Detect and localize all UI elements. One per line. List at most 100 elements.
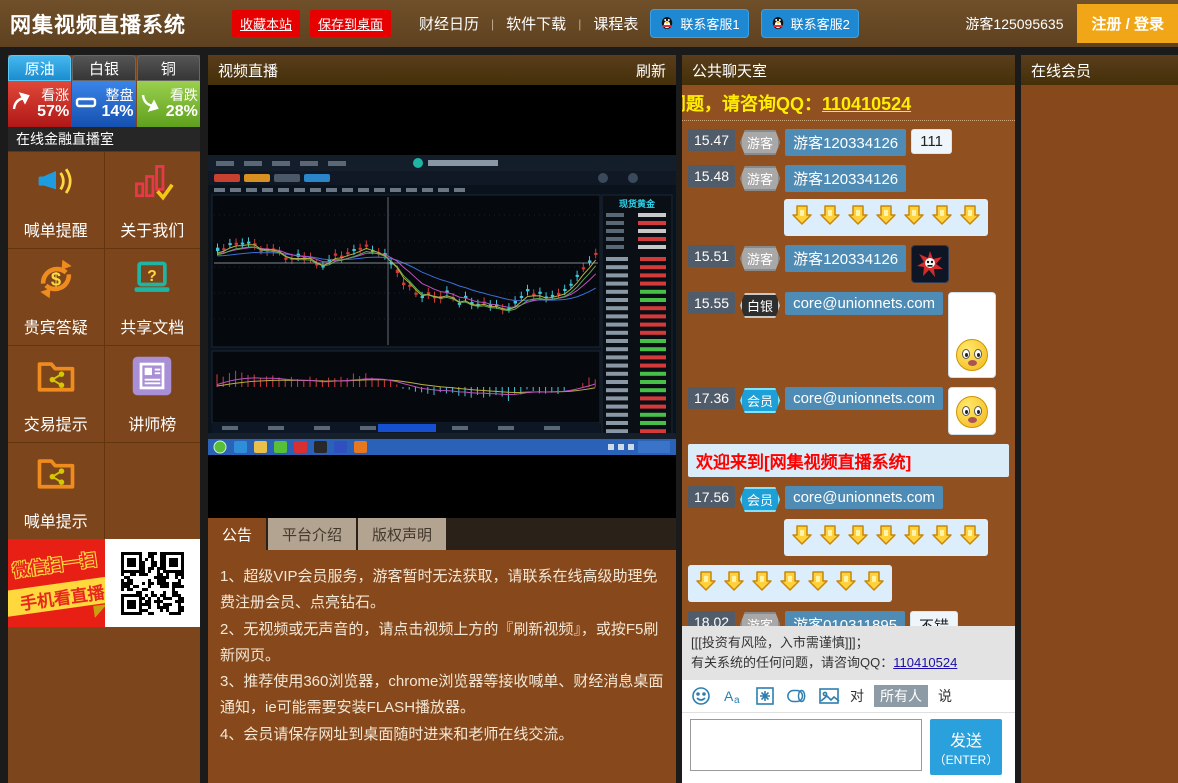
svg-text:a: a [734,695,740,706]
nav-separator: | [491,17,494,31]
chat-message-list[interactable]: 15.47游客游客12033412611115.48游客游客1203341261… [682,121,1015,626]
down-arrow-emoticon [790,523,814,552]
room-title: 在线金融直播室 [8,127,200,151]
menu-item-6[interactable]: 讲师榜 [105,346,201,442]
send-button[interactable]: 发送 （ENTER） [930,719,1002,775]
message-sender[interactable]: 游客120334126 [785,245,906,272]
disclaimer-qq-link[interactable]: 110410524 [893,655,957,670]
arrow-down-icon [139,90,163,119]
message-sender[interactable]: 游客120334126 [785,165,906,192]
announcement-tab-0[interactable]: 公告 [208,518,266,550]
message-text: 不错 [910,611,958,626]
sentiment-label: 看涨 [41,88,69,103]
down-arrow-emoticon [722,569,746,598]
down-arrow-emoticon [846,203,870,232]
left-filler [8,627,200,783]
nav-link-2[interactable]: 课程表 [593,13,638,34]
announcement-tab-2[interactable]: 版权声明 [358,518,446,550]
horn-icon[interactable] [786,685,808,707]
audience-selector[interactable]: 所有人 [874,685,928,707]
svg-text:?: ? [147,267,157,284]
message-sender[interactable]: core@unionnets.com [785,387,943,410]
menu-item-label: 交易提示 [24,411,88,435]
arrow-emoticons-bubble [784,199,988,236]
svg-text:$: $ [51,268,61,289]
chat-message-row: 15.48游客游客120334126 [688,165,1009,236]
metal-tab-0[interactable]: 原油 [8,55,71,81]
chat-message-row [688,565,1009,602]
video-player[interactable]: 现货黄金 [208,85,676,518]
svg-text:A: A [724,688,734,704]
sentiment-arrow-down[interactable]: 看跌28% [137,81,200,127]
to-label: 对 [850,686,864,706]
chat-panel: 公共聊天室 问题，请咨询QQ：110410524 15.47游客游客120334… [682,55,1015,783]
chat-message-row: 17.36会员core@unionnets.com [688,387,1009,435]
sentiment-flat[interactable]: 整盘14% [72,81,135,127]
down-arrow-emoticon [874,523,898,552]
chart-check-icon [130,160,174,209]
image-icon[interactable] [818,685,840,707]
contact-service1-label: 联系客服1 [680,14,739,33]
wechat-qr-code [105,539,200,627]
wechat-line1: 微信扫一扫 [11,545,99,582]
font-style-icon[interactable]: Aa [722,685,744,707]
system-welcome-message: 欢迎来到[网集视频直播系统] [688,444,1009,477]
header-nav: 财经日历 | 软件下载 | 课程表 [419,13,638,34]
sentiment-label: 看跌 [170,88,198,103]
sentiment-bar: 看涨57%整盘14%看跌28% [8,81,200,127]
message-sender[interactable]: 游客120334126 [785,129,906,156]
nav-separator: | [578,17,581,31]
down-arrow-emoticon [862,569,886,598]
menu-item-label: 关于我们 [120,217,184,241]
message-sender[interactable]: core@unionnets.com [785,292,943,315]
wechat-banner: 微信扫一扫 手机看直播 [8,539,200,627]
flat-icon [74,90,98,119]
message-sender[interactable]: core@unionnets.com [785,486,943,509]
menu-item-3[interactable]: $ 贵宾答疑 [8,249,104,345]
nav-link-1[interactable]: 软件下载 [506,13,566,34]
refresh-video-button[interactable]: 刷新 [636,60,666,81]
menu-item-5[interactable]: 交易提示 [8,346,104,442]
contact-service2-button[interactable]: 联系客服2 [761,9,859,38]
chat-disclaimer: [[[投资有风险，入市需谨慎]]]； 有关系统的任何问题，请咨询QQ：11041… [682,626,1015,680]
announcement-tabs: 公告平台介绍版权声明 [208,518,676,550]
sentiment-label: 整盘 [106,88,134,103]
message-text: 111 [911,129,952,154]
contact-service1-button[interactable]: 联系客服1 [650,9,748,38]
marquee-qq-link[interactable]: 110410524 [822,94,911,114]
sentiment-arrow-up[interactable]: 看涨57% [8,81,71,127]
video-content: 现货黄金 [208,155,676,455]
metal-tab-1[interactable]: 白银 [72,55,135,81]
chat-message-row: 15.55白银core@unionnets.com [688,292,1009,378]
message-time: 15.47 [688,129,735,151]
arrow-emoticons-bubble [688,565,892,602]
menu-item-4[interactable]: ?共享文档 [105,249,201,345]
menu-item-7[interactable]: 喊单提示 [8,443,104,539]
down-arrow-emoticon [778,569,802,598]
metal-tab-2[interactable]: 铜 [137,55,200,81]
emoticon-icon[interactable] [690,685,712,707]
save-to-desktop-button[interactable]: 保存到桌面 [310,10,391,37]
bookmark-site-button[interactable]: 收藏本站 [232,10,300,37]
down-arrow-emoticon [834,569,858,598]
register-login-button[interactable]: 注册 / 登录 [1077,4,1178,43]
message-time: 17.56 [688,486,735,508]
face-emoticon [956,396,988,428]
down-arrow-emoticon [818,203,842,232]
page: 网集视频直播系统 收藏本站 保存到桌面 财经日历|软件下载|课程表 联系客服1 … [0,0,1178,783]
down-arrow-emoticon [750,569,774,598]
chat-message-row: 欢迎来到[网集视频直播系统] [688,444,1009,477]
down-arrow-emoticon [930,523,954,552]
menu-item-label: 贵宾答疑 [24,314,88,338]
chat-message-input[interactable] [690,719,922,771]
magic-expression-icon[interactable] [754,685,776,707]
sentiment-value: 28% [166,103,198,121]
wechat-banner-text: 微信扫一扫 手机看直播 [8,539,105,627]
announcement-tab-1[interactable]: 平台介绍 [268,518,356,550]
menu-item-2[interactable]: 关于我们 [105,152,201,248]
nav-link-0[interactable]: 财经日历 [419,13,479,34]
down-arrow-emoticon [874,203,898,232]
menu-item-1[interactable]: 喊单提醒 [8,152,104,248]
down-arrow-emoticon [930,203,954,232]
message-sender[interactable]: 游客010311895 [785,611,905,626]
